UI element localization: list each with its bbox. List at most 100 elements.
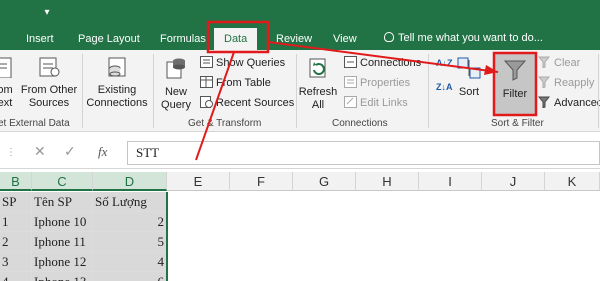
column-header-c[interactable]: C	[32, 172, 93, 191]
formula-bar: ⋮ ✕ ✓ fx STT	[0, 137, 600, 169]
show-queries-button[interactable]: Show Queries	[200, 56, 285, 70]
reapply-filter-button[interactable]: Reapply	[538, 76, 594, 90]
recent-sources-icon	[200, 96, 213, 108]
filter-funnel-icon	[503, 60, 527, 81]
from-table-button[interactable]: From Table	[200, 76, 271, 90]
tab-review[interactable]: Review	[276, 32, 312, 46]
group-label-sort-filter: Sort & Filter	[491, 118, 544, 129]
advanced-filter-button[interactable]: Advanced	[538, 96, 600, 110]
reapply-label: Reapply	[554, 77, 595, 89]
confirm-formula-icon[interactable]: ✓	[64, 143, 76, 160]
column-header-k[interactable]: K	[545, 172, 600, 191]
existing-label-1: Existing	[97, 84, 137, 96]
column-header-h[interactable]: H	[356, 172, 419, 191]
column-header-b[interactable]: B	[0, 172, 32, 191]
edit-links-icon	[344, 96, 357, 108]
from-text-label-1: om	[0, 84, 13, 96]
cell-stt[interactable]: 4	[0, 272, 32, 281]
column-header-f[interactable]: F	[230, 172, 293, 191]
formula-input[interactable]: STT	[127, 141, 600, 165]
table-icon	[200, 76, 213, 88]
tell-me-box[interactable]: Tell me what you want to do...	[384, 32, 543, 44]
properties-label: Properties	[360, 77, 411, 89]
tab-insert[interactable]: Insert	[26, 32, 54, 46]
column-header-j[interactable]: J	[482, 172, 545, 191]
properties-icon	[344, 76, 357, 88]
sort-z-to-a-button[interactable]: Z↓A	[436, 80, 453, 94]
spreadsheet-grid[interactable]: B C D E F G H I J K SP Tên SP Số Lượng 1…	[0, 172, 600, 281]
formula-bar-grip-icon: ⋮	[6, 147, 16, 158]
column-header-e[interactable]: E	[167, 172, 230, 191]
sort-button[interactable]: Sort	[454, 56, 484, 99]
sort-descending-icon: Z↓A	[436, 82, 453, 92]
cell-quantity[interactable]: 6	[93, 272, 167, 281]
text-file-icon	[0, 57, 12, 79]
cell-header-sp[interactable]: SP	[0, 192, 32, 212]
cell-quantity[interactable]: 5	[93, 232, 167, 252]
ribbon-separator	[598, 54, 599, 128]
cell-product-name[interactable]: Iphone 10	[32, 212, 93, 232]
new-query-label-2: Query	[161, 99, 191, 111]
from-other-sources-button[interactable]: From Other Sources	[20, 56, 78, 110]
sort-icon	[457, 57, 481, 79]
cell-header-so-luong[interactable]: Số Lượng	[93, 192, 167, 212]
advanced-filter-icon	[538, 96, 551, 108]
tell-me-text: Tell me what you want to do...	[398, 32, 543, 44]
connections-button[interactable]: Connections	[344, 56, 421, 70]
tab-data[interactable]: Data	[214, 28, 258, 50]
ribbon-tabs: Insert Page Layout Formulas Data Review …	[0, 28, 600, 50]
clear-filter-button[interactable]: Clear	[538, 56, 580, 70]
ribbon-separator	[296, 54, 297, 128]
column-header-i[interactable]: I	[419, 172, 482, 191]
filter-button[interactable]: Filter	[494, 52, 536, 116]
tab-formulas[interactable]: Formulas	[160, 32, 206, 46]
cell-quantity[interactable]: 4	[93, 252, 167, 272]
sort-a-to-z-button[interactable]: A↓Z	[436, 56, 453, 70]
tab-page-layout[interactable]: Page Layout	[78, 32, 140, 46]
recent-sources-label: Recent Sources	[216, 97, 295, 109]
advanced-label: Advanced	[554, 97, 600, 109]
cell-header-ten-sp[interactable]: Tên SP	[32, 192, 93, 212]
refresh-all-button[interactable]: Refresh All	[298, 56, 338, 112]
edit-links-button[interactable]: Edit Links	[344, 96, 408, 110]
insert-function-icon[interactable]: fx	[98, 144, 107, 160]
cell-product-name[interactable]: Iphone 11	[32, 232, 93, 252]
from-text-button[interactable]: om ext	[0, 56, 14, 110]
edit-links-label: Edit Links	[360, 97, 408, 109]
reapply-icon	[538, 76, 551, 88]
column-header-d[interactable]: D	[93, 172, 167, 191]
sort-label: Sort	[458, 86, 480, 98]
new-query-label-1: New	[164, 86, 187, 98]
properties-button[interactable]: Properties	[344, 76, 410, 90]
connections-icon	[344, 56, 357, 68]
group-label-connections: Connections	[332, 118, 388, 129]
cell-stt[interactable]: 3	[0, 252, 32, 272]
cancel-formula-icon[interactable]: ✕	[34, 143, 46, 160]
group-label-get-transform: Get & Transform	[188, 118, 262, 129]
other-sources-icon	[39, 57, 60, 77]
cell-product-name[interactable]: Iphone 13	[32, 272, 93, 281]
queries-icon	[200, 56, 213, 68]
group-label-get-external-data: et External Data	[0, 118, 70, 129]
column-header-g[interactable]: G	[293, 172, 356, 191]
new-query-button[interactable]: New Query	[156, 56, 196, 112]
title-bar: ▾	[0, 0, 600, 28]
lightbulb-icon	[384, 32, 394, 42]
from-table-label: From Table	[216, 77, 271, 89]
recent-sources-button[interactable]: Recent Sources	[200, 96, 294, 110]
existing-connections-button[interactable]: Existing Connections	[84, 56, 150, 110]
from-other-label-1: From Other	[20, 84, 78, 96]
quick-access-dropdown-icon[interactable]: ▾	[40, 6, 54, 20]
cell-quantity[interactable]: 2	[93, 212, 167, 232]
cell-stt[interactable]: 2	[0, 232, 32, 252]
cell-product-name[interactable]: Iphone 12	[32, 252, 93, 272]
refresh-icon	[309, 58, 326, 78]
clear-label: Clear	[554, 57, 581, 69]
cell-stt[interactable]: 1	[0, 212, 32, 232]
tab-view[interactable]: View	[333, 32, 357, 46]
ribbon-separator	[153, 54, 154, 128]
from-text-label-2: ext	[0, 97, 13, 109]
refresh-label-1: Refresh	[298, 86, 338, 98]
existing-connections-icon	[108, 57, 126, 77]
ribbon-separator	[428, 54, 429, 128]
